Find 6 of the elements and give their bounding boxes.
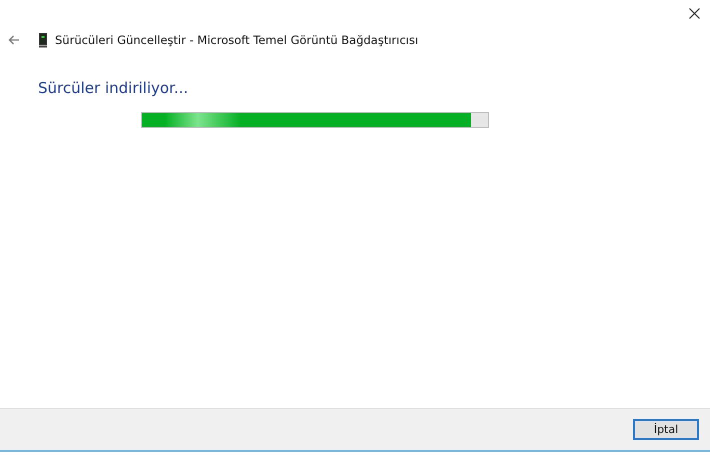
back-arrow-icon[interactable]	[8, 35, 20, 45]
close-icon[interactable]	[689, 8, 700, 19]
window-title: Sürücüleri Güncelleştir - Microsoft Temel Görüntü Bağdaştırıcısı	[55, 33, 418, 47]
status-heading: Sürcüler indiriliyor...	[38, 79, 190, 97]
monitor-icon	[39, 32, 47, 48]
cancel-button[interactable]: İptal	[633, 419, 699, 440]
